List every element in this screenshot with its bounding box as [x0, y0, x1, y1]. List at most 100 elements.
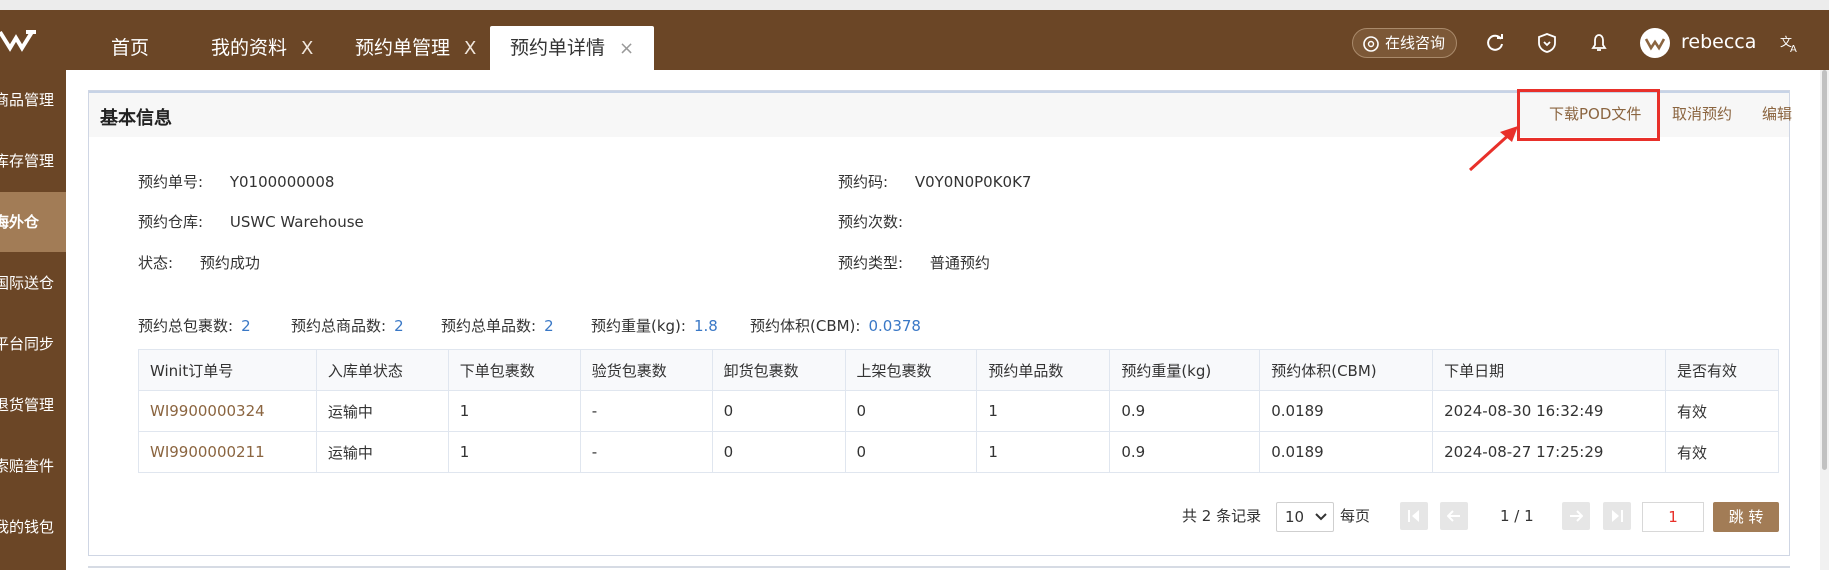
table-cell: 0.0189 [1259, 431, 1434, 473]
tab-reservation-detail[interactable]: 预约单详情 × [490, 26, 655, 70]
svg-text:A: A [1790, 44, 1797, 54]
table-cell: 有效 [1665, 431, 1779, 473]
table-cell: 2024-08-30 16:32:49 [1432, 390, 1666, 432]
browser-top-strip [0, 0, 1829, 10]
online-consult-button[interactable]: 在线咨询 [1352, 28, 1457, 58]
table-row: WI9900000211 运输中 1 - 0 0 1 0.9 0.0189 20… [138, 431, 1779, 473]
warehouse-row: 预约仓库: USWC Warehouse [138, 211, 364, 232]
summary-total-single: 预约总单品数: 2 [441, 315, 554, 336]
sidebar-item-claims[interactable]: 索赔查件 [0, 436, 66, 496]
summary-total-packages-label: 预约总包裹数: [138, 317, 234, 335]
sidebar-item-inventory[interactable]: 库存管理 [0, 131, 66, 191]
winit-order-link[interactable]: WI9900000211 [138, 431, 317, 473]
column-header: Winit订单号 [138, 349, 317, 391]
card-title: 基本信息 [100, 108, 172, 129]
avatar[interactable] [1640, 28, 1670, 58]
column-header: 验货包裹数 [579, 349, 713, 391]
table-cell: - [579, 390, 713, 432]
sidebar-item-intl-delivery[interactable]: 国际送仓 [0, 253, 66, 313]
jump-button[interactable]: 跳 转 [1713, 502, 1779, 532]
online-consult-label: 在线咨询 [1385, 34, 1446, 52]
translate-icon[interactable]: 文 A [1779, 32, 1801, 54]
times-label: 预约次数: [838, 213, 904, 231]
arrow-right-icon [1570, 510, 1583, 522]
summary-weight-value: 1.8 [693, 317, 718, 335]
type-label: 预约类型: [838, 254, 904, 272]
tab-reservation-management[interactable]: 预约单管理 X [355, 26, 476, 70]
summary-weight: 预约重量(kg): 1.8 [591, 315, 718, 336]
table-cell: 0 [844, 390, 978, 432]
prev-page-button[interactable] [1440, 502, 1468, 530]
table-cell: 0 [844, 431, 978, 473]
page-size-value: 10 [1285, 508, 1305, 526]
heart-shield-icon[interactable] [1536, 32, 1558, 54]
sidebar-item-overseas-warehouse[interactable]: 海外仓 [0, 192, 66, 252]
edit-button[interactable]: 编辑 [1762, 104, 1792, 124]
tab-my-profile[interactable]: 我的资料 X [211, 26, 313, 70]
code-label: 预约码: [838, 173, 889, 191]
last-page-icon [1612, 510, 1623, 522]
sidebar-item-returns[interactable]: 退货管理 [0, 375, 66, 435]
highlight-box [1517, 89, 1660, 141]
status-row: 状态: 预约成功 [138, 252, 260, 273]
column-header: 预约体积(CBM) [1259, 349, 1434, 391]
table-cell: 1 [976, 431, 1111, 473]
tab-home[interactable]: 首页 [111, 26, 149, 70]
first-page-button[interactable] [1400, 502, 1428, 530]
refresh-icon[interactable] [1484, 32, 1506, 54]
chevron-down-icon [1315, 513, 1327, 521]
tab-reservation-management-label: 预约单管理 [355, 37, 451, 59]
code-row: 预约码: V0Y0N0P0K0K7 [838, 171, 1031, 192]
column-header: 预约单品数 [976, 349, 1111, 391]
column-header: 卸货包裹数 [711, 349, 846, 391]
close-icon[interactable]: × [619, 38, 634, 59]
summary-total-goods-label: 预约总商品数: [291, 317, 387, 335]
tab-reservation-detail-label: 预约单详情 [510, 37, 606, 59]
sidebar-item-wallet[interactable]: 我的钱包 [0, 497, 66, 557]
close-icon[interactable]: X [464, 38, 476, 59]
table-cell: 1 [447, 390, 581, 432]
logo-icon [0, 30, 36, 52]
page-info: 1 / 1 [1500, 507, 1534, 525]
table-header-row: Winit订单号 入库单状态 下单包裹数 验货包裹数 卸货包裹数 上架包裹数 预… [138, 349, 1779, 391]
column-header: 下单包裹数 [447, 349, 581, 391]
table-cell: 运输中 [315, 390, 449, 432]
table-cell: 运输中 [315, 431, 449, 473]
table-cell: 0.0189 [1259, 390, 1434, 432]
order-no-label: 预约单号: [138, 173, 204, 191]
table-cell: 有效 [1665, 390, 1779, 432]
sidebar-item-platform-sync[interactable]: 平台同步 [0, 314, 66, 374]
summary-total-packages-value: 2 [241, 317, 251, 335]
table-cell: - [579, 431, 713, 473]
table-cell: 0 [711, 431, 846, 473]
close-icon[interactable]: X [301, 38, 313, 59]
column-header: 下单日期 [1432, 349, 1666, 391]
warehouse-label: 预约仓库: [138, 213, 204, 231]
type-value: 普通预约 [929, 254, 990, 272]
cancel-reservation-button[interactable]: 取消预约 [1672, 104, 1732, 124]
column-header: 入库单状态 [315, 349, 449, 391]
username[interactable]: rebecca [1681, 28, 1756, 56]
first-page-icon [1408, 510, 1419, 522]
headset-icon [1363, 36, 1379, 52]
reservation-orders-table: Winit订单号 入库单状态 下单包裹数 验货包裹数 卸货包裹数 上架包裹数 预… [138, 349, 1779, 473]
tab-home-label: 首页 [111, 37, 150, 59]
winit-order-link[interactable]: WI9900000324 [138, 390, 317, 432]
summary-volume-value: 0.0378 [868, 317, 921, 335]
scrollbar-thumb[interactable] [1822, 70, 1827, 470]
column-header: 上架包裹数 [844, 349, 978, 391]
last-page-button[interactable] [1603, 502, 1631, 530]
next-page-button[interactable] [1562, 502, 1590, 530]
summary-total-packages: 预约总包裹数: 2 [138, 315, 251, 336]
table-cell: 0 [711, 390, 846, 432]
sidebar: 商品管理 库存管理 海外仓 国际送仓 平台同步 退货管理 索赔查件 我的钱包 [0, 70, 66, 570]
divider [88, 566, 1790, 568]
sidebar-item-goods[interactable]: 商品管理 [0, 70, 66, 130]
page-size-select[interactable]: 10 [1276, 502, 1334, 532]
table-cell: 1 [447, 431, 581, 473]
order-no-value: Y0100000008 [229, 173, 335, 191]
bell-icon[interactable] [1588, 32, 1610, 54]
summary-weight-label: 预约重量(kg): [591, 317, 686, 335]
arrow-left-icon [1447, 510, 1460, 522]
page-number-input[interactable]: 1 [1642, 502, 1704, 532]
